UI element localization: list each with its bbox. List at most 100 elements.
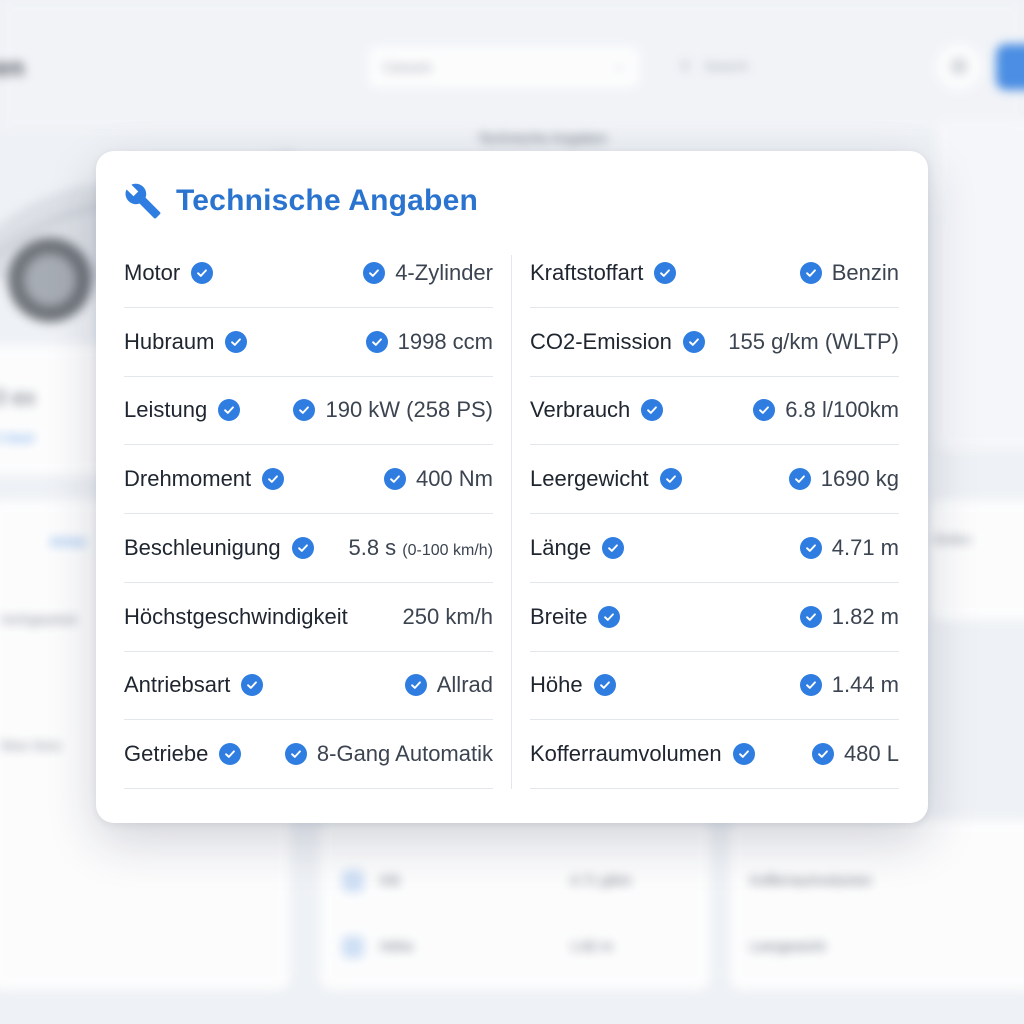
spec-row: Leergewicht 1690 kg xyxy=(530,445,899,514)
spec-row: Getriebe 8-Gang Automatik xyxy=(124,720,493,789)
spec-value-text: 8-Gang Automatik xyxy=(316,741,493,767)
brand-logo: en xyxy=(0,52,25,82)
spec-label-group: Getriebe xyxy=(124,741,242,767)
spec-label: Beschleunigung xyxy=(124,534,281,560)
spec-value-group: 250 km/h xyxy=(403,604,494,630)
check-icon xyxy=(682,330,705,353)
spec-value-group: 400 Nm xyxy=(383,466,493,492)
spec-label-group: CO2-Emission xyxy=(530,329,705,355)
spec-label-group: Leergewicht xyxy=(530,466,682,492)
spec-row: Kraftstoffart Benzin xyxy=(530,239,899,308)
chevron-down-icon: ⌄ xyxy=(613,57,625,73)
spec-label: Höchstgeschwindigkeit xyxy=(124,603,348,629)
spec-value-text: 400 Nm xyxy=(415,466,493,492)
spec-value-text: 1998 ccm xyxy=(397,328,493,354)
check-icon xyxy=(602,536,625,559)
spec-label-group: Leistung xyxy=(124,397,241,423)
spec-icon xyxy=(342,936,364,958)
spec-label: Länge xyxy=(530,534,592,560)
search-icon: ⚲ xyxy=(680,58,691,74)
spec-value-group: 1.82 m xyxy=(799,603,899,630)
lower-middle-panel: Kilt 4.71 g/km Höhe 1.82 m xyxy=(320,820,710,990)
spec-value-group: 6.8 l/100km xyxy=(753,397,899,423)
search-input[interactable]: ⚲ Search xyxy=(664,44,914,90)
wrench-icon xyxy=(125,183,161,219)
spec-value-text: Allrad xyxy=(436,672,493,698)
check-icon xyxy=(753,399,776,422)
spec-row: Leistung 190 kW (258 PS) xyxy=(124,377,493,446)
spec-label: Höhe xyxy=(530,672,583,698)
lower-right-row: Leergewicht xyxy=(750,938,826,954)
check-icon xyxy=(799,261,822,284)
check-icon xyxy=(225,330,248,353)
spec-value-text: 1.82 m xyxy=(831,603,899,629)
spec-value-group: 155 g/km (WLTP) xyxy=(728,329,899,355)
spec-label: Antriebsart xyxy=(124,672,231,698)
spec-row: Beschleunigung 5.8 s (0-100 km/h) xyxy=(124,514,493,583)
spec-icon xyxy=(342,870,364,892)
spec-value-text: 480 L xyxy=(843,741,899,767)
spec-label-group: Hubraum xyxy=(124,328,248,355)
spec-value: 1998 ccm xyxy=(398,329,493,355)
spec-value-text: 190 kW (258 PS) xyxy=(325,397,493,423)
check-icon xyxy=(811,743,834,766)
spec-row: CO2-Emission 155 g/km (WLTP) xyxy=(530,308,899,377)
spec-label-group: Kraftstoffart xyxy=(530,259,677,286)
right-mid-text: Reifen xyxy=(934,532,972,547)
spec-label: CO2-Emission xyxy=(530,328,672,354)
model-select[interactable]: Carsom ⌄ xyxy=(366,44,642,90)
spec-value: 5.8 s (0-100 km/h) xyxy=(348,535,493,561)
specs-column-right: Kraftstoffart Benzin CO2-Emission 155 g/km … xyxy=(530,239,899,789)
spec-value: 8-Gang Automatik xyxy=(317,741,493,767)
column-divider xyxy=(511,255,512,789)
spec-label-group: Höhe xyxy=(530,672,616,698)
spec-value-group: 4.71 m xyxy=(799,534,899,561)
check-icon xyxy=(404,674,427,697)
spec-value-group: 8-Gang Automatik xyxy=(284,741,493,767)
spec-label: Getriebe xyxy=(124,741,209,767)
spec-label: Verbrauch xyxy=(530,397,631,423)
spec-row: Verbrauch 6.8 l/100km xyxy=(530,377,899,446)
spec-row: Kofferraumvolumen 480 L xyxy=(530,720,899,789)
primary-action-button[interactable] xyxy=(996,44,1024,90)
spec-row: Höchstgeschwindigkeit 250 km/h xyxy=(124,583,493,652)
check-icon xyxy=(241,674,264,697)
spec-value-text: Benzin xyxy=(831,259,899,285)
check-icon xyxy=(799,536,822,559)
spec-value-text: 4.71 m xyxy=(831,534,899,560)
check-icon xyxy=(732,743,755,766)
right-column xyxy=(936,120,1024,450)
spec-value-text: 1690 kg xyxy=(820,466,899,492)
spec-value: 1.44 m xyxy=(832,672,899,698)
spec-value-group: 1998 ccm xyxy=(365,329,493,355)
spec-value: 480 L xyxy=(844,741,899,767)
check-icon xyxy=(598,605,621,628)
spec-row: Antriebsart Allrad xyxy=(124,652,493,721)
spec-label-group: Antriebsart xyxy=(124,672,264,698)
gear-icon[interactable]: ⚙ xyxy=(936,44,982,90)
lower-right-row: Kofferraumvolumen xyxy=(750,872,872,888)
spec-label: Kraftstoffart xyxy=(530,259,644,285)
lower-row-value: 4.71 g/km xyxy=(570,872,632,888)
spec-value: 1690 kg xyxy=(821,466,899,492)
price-link[interactable]: S Seed xyxy=(0,431,33,445)
spec-value-group: 1690 kg xyxy=(788,466,899,492)
check-icon xyxy=(262,468,285,491)
spec-row: Höhe 1.44 m xyxy=(530,652,899,721)
lower-left-link[interactable]: Achse xyxy=(50,534,86,549)
spec-value-group: 1.44 m xyxy=(799,672,899,698)
spec-value-note: (0-100 km/h) xyxy=(402,541,493,559)
spec-value-group: Allrad xyxy=(404,672,493,698)
spec-row: Motor 4-Zylinder xyxy=(124,239,493,308)
check-icon xyxy=(659,468,682,491)
spec-label: Kofferraumvolumen xyxy=(530,741,722,767)
spec-value: Allrad xyxy=(437,672,493,698)
spec-value-text: 155 g/km (WLTP) xyxy=(728,328,899,354)
spec-label: Hubraum xyxy=(124,328,215,354)
spec-label-group: Beschleunigung xyxy=(124,535,314,561)
check-icon xyxy=(218,399,241,422)
right-mid-panel: Reifen xyxy=(930,500,1024,620)
specs-column-left: Motor 4-Zylinder Hubraum 1998 ccm Leistung 19… xyxy=(124,239,493,789)
check-icon xyxy=(788,468,811,491)
lower-row-label: Höhe xyxy=(380,938,414,954)
